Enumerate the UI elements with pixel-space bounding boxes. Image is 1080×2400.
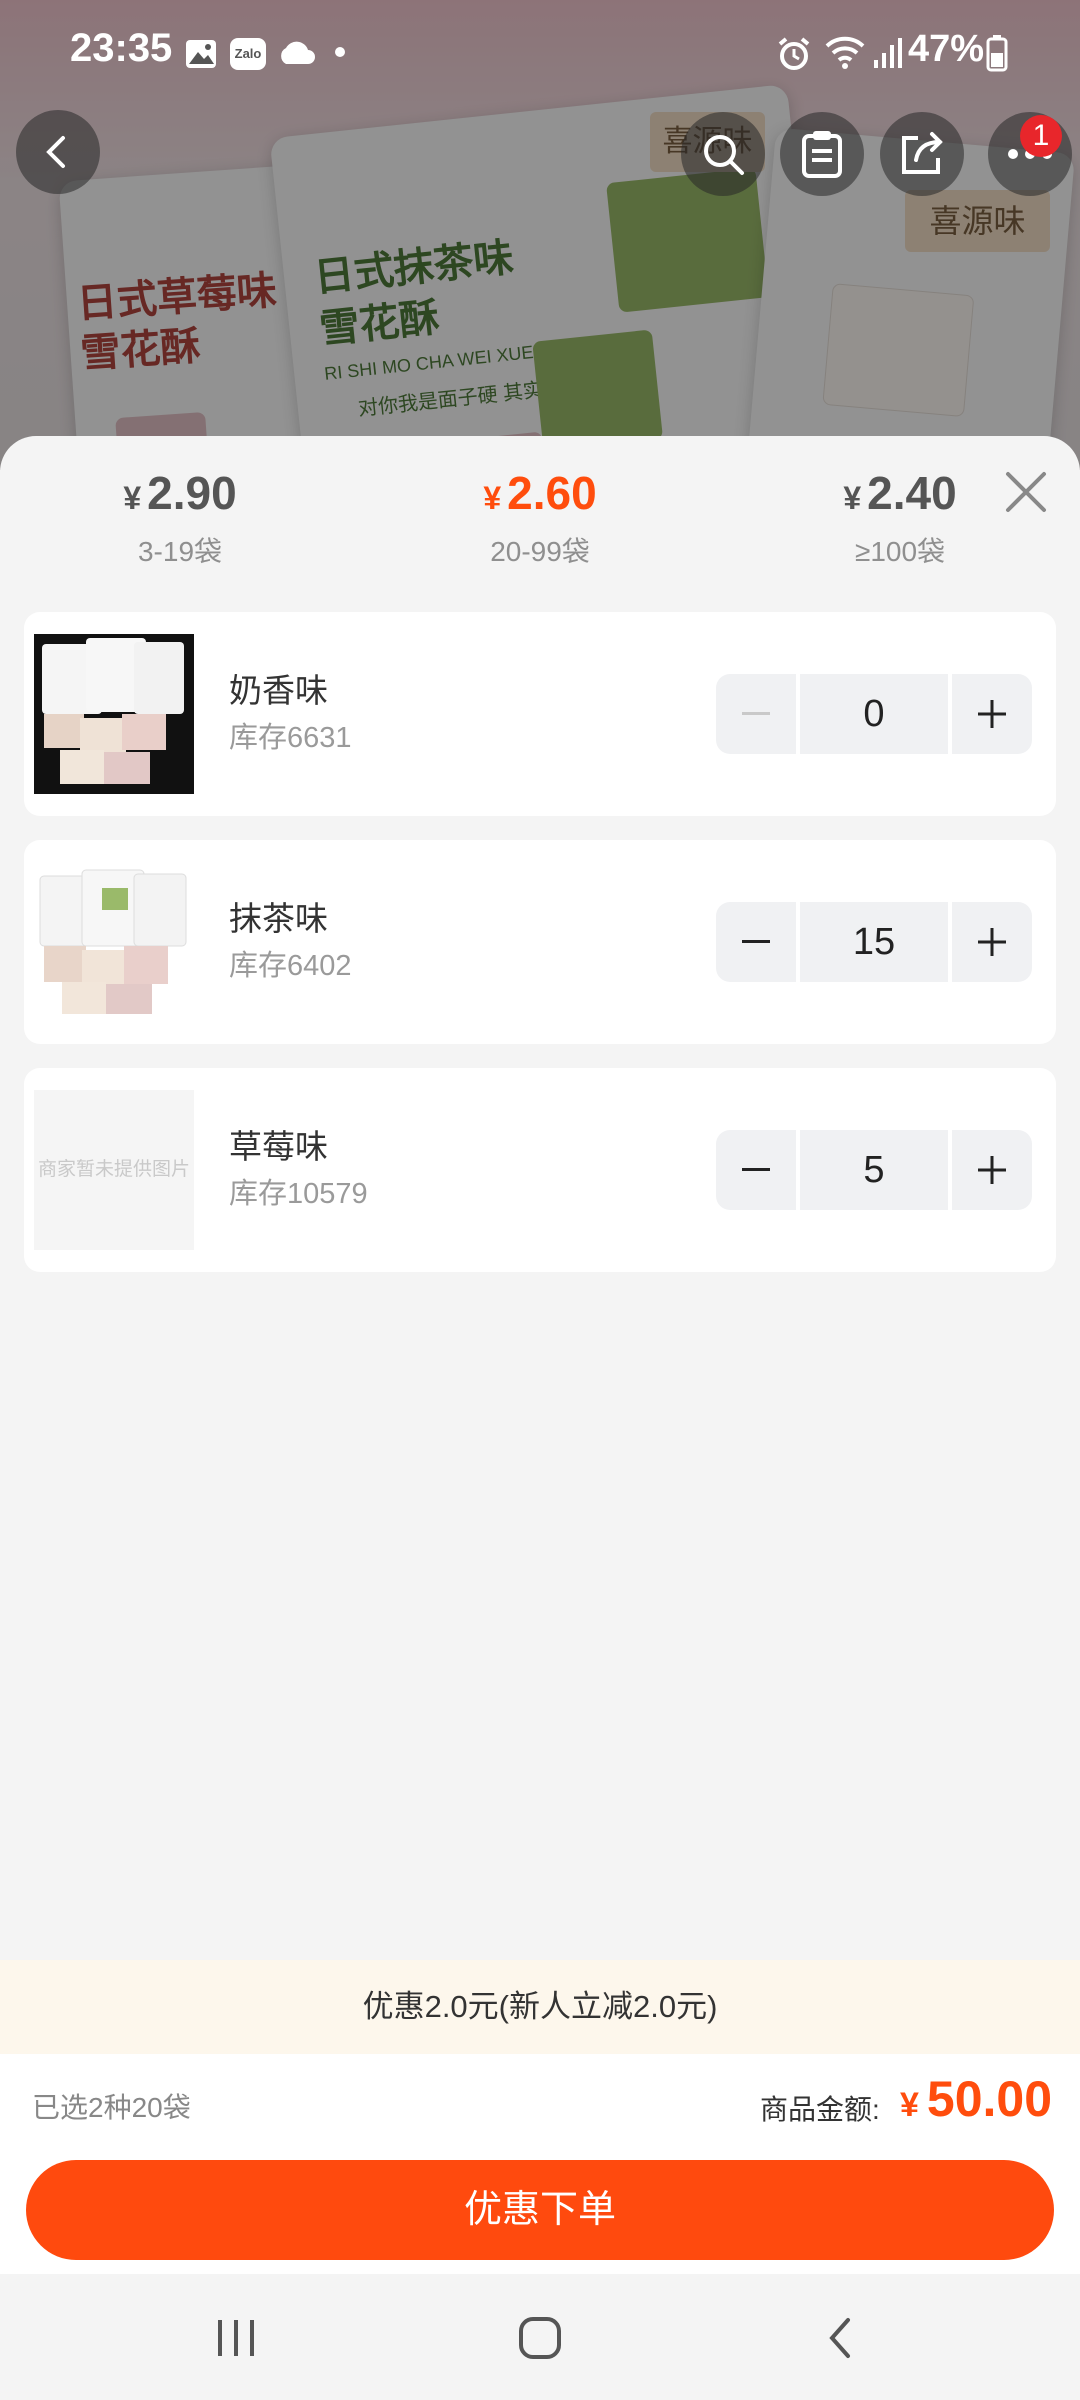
back-icon (46, 136, 65, 168)
decrement-button[interactable] (716, 902, 796, 982)
minus-icon (742, 940, 770, 943)
tier-range: 20-99袋 (490, 536, 590, 567)
product-photo (39, 869, 187, 1014)
cloud-icon (281, 41, 315, 64)
minus-icon (742, 712, 770, 715)
notification-badge: 1 (1020, 115, 1062, 157)
battery-percent: 47% (908, 28, 985, 70)
quantity-stepper: 5 (716, 1130, 1032, 1210)
variant-name: 抹茶味 (229, 900, 328, 937)
recent-apps-icon[interactable] (214, 2318, 258, 2358)
back-nav-icon[interactable] (824, 2316, 856, 2360)
plus-icon (978, 1156, 1006, 1184)
gallery-icon (186, 40, 216, 68)
tier-price: ¥2.60 (360, 466, 720, 520)
quantity-stepper: 0 (716, 674, 1032, 754)
currency-symbol: ¥ (843, 480, 862, 516)
wifi-icon (825, 36, 865, 69)
decrement-button[interactable] (716, 674, 796, 754)
currency-symbol: ¥ (900, 2086, 919, 2124)
quantity-stepper: 15 (716, 902, 1032, 982)
dot-icon (335, 47, 345, 57)
product-photo (42, 638, 184, 784)
plus-icon (978, 928, 1006, 956)
variant-stock: 库存6402 (229, 950, 352, 982)
decrement-button[interactable] (716, 1130, 796, 1210)
close-icon[interactable] (1000, 466, 1052, 518)
tier-range: 3-19袋 (137, 536, 223, 567)
home-icon[interactable] (518, 2316, 562, 2360)
alarm-icon (778, 37, 810, 70)
variant-thumbnail-placeholder: 商家暂未提供图片 (34, 1090, 194, 1250)
price-tier-1: ¥2.90 3-19袋 (0, 466, 360, 570)
system-nav-bar (0, 2274, 1080, 2400)
share-button[interactable] (880, 112, 964, 196)
variant-card-strawberry: 商家暂未提供图片 草莓味 库存10579 5 (24, 1068, 1056, 1272)
total-amount: ¥50.00 (900, 2070, 1052, 2128)
variant-stock: 库存10579 (229, 1178, 368, 1210)
increment-button[interactable] (952, 674, 1032, 754)
promo-banner: 优惠2.0元(新人立减2.0元) (0, 1960, 1080, 2054)
variant-thumbnail (34, 862, 194, 1022)
quantity-value[interactable]: 15 (800, 902, 948, 982)
clipboard-icon (802, 131, 842, 178)
variant-name: 草莓味 (229, 1128, 328, 1165)
increment-button[interactable] (952, 902, 1032, 982)
variant-card-matcha: 抹茶味 库存6402 15 (24, 840, 1056, 1044)
plus-icon (978, 700, 1006, 728)
search-button[interactable] (681, 112, 765, 196)
battery-icon (986, 35, 1008, 72)
amount-value: 50.00 (926, 2071, 1053, 2127)
quantity-value[interactable]: 5 (800, 1130, 948, 1210)
selected-summary: 已选2种20袋 (32, 2092, 191, 2123)
variant-stock: 库存6631 (229, 722, 352, 754)
status-time: 23:35 (70, 26, 173, 70)
price-value: 2.40 (867, 467, 957, 519)
tier-range: ≥100袋 (854, 536, 946, 567)
variant-name: 奶香味 (229, 672, 328, 709)
status-bar: 23:35 Zalo 47% (0, 0, 1080, 100)
price-value: 2.90 (147, 467, 237, 519)
back-button[interactable] (16, 110, 100, 194)
variant-card-milk: 奶香味 库存6631 0 (24, 612, 1056, 816)
signal-icon (874, 38, 902, 68)
currency-symbol: ¥ (123, 480, 142, 516)
quantity-value[interactable]: 0 (800, 674, 948, 754)
minus-icon (742, 1168, 770, 1171)
share-icon (902, 132, 943, 174)
amount-label: 商品金额: (760, 2094, 880, 2125)
search-icon (704, 135, 744, 175)
zalo-icon: Zalo (230, 38, 266, 70)
currency-symbol: ¥ (483, 480, 502, 516)
clipboard-button[interactable] (780, 112, 864, 196)
variant-thumbnail (34, 634, 194, 794)
tier-price: ¥2.90 (0, 466, 360, 520)
price-tier-2: ¥2.60 20-99袋 (360, 466, 720, 570)
place-order-button[interactable]: 优惠下单 (26, 2160, 1054, 2260)
increment-button[interactable] (952, 1130, 1032, 1210)
price-value: 2.60 (507, 467, 597, 519)
